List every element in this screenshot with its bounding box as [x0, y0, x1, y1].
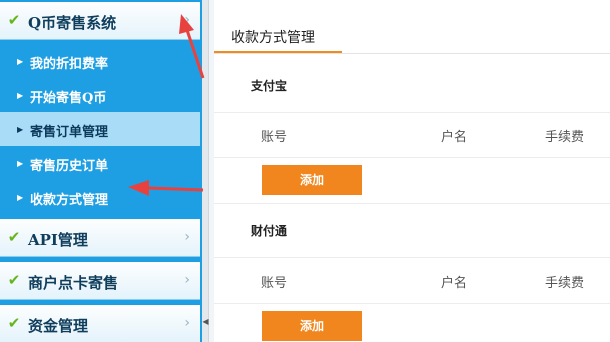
sidebar: ✔ Q币寄售系统 › ▶ 我的折扣费率 ▶ 开始寄售Q币 ▶ 寄售订单管理 ▶ … — [0, 0, 202, 342]
divider — [214, 257, 610, 258]
sidebar-item-start-consignment[interactable]: ▶ 开始寄售Q币 — [0, 78, 200, 112]
section-title-tenpay: 财付通 — [251, 224, 288, 238]
column-header-account: 账号 — [261, 130, 288, 145]
sidebar-item-label: 寄售历史订单 — [30, 159, 109, 174]
sidebar-item-label: 我的折扣费率 — [30, 57, 109, 72]
menu-header-api-management[interactable]: ✔ API管理 › — [0, 219, 200, 257]
arrow-right-icon: ▶ — [17, 192, 24, 202]
sidebar-item-order-management[interactable]: ▶ 寄售订单管理 — [0, 112, 200, 146]
arrow-right-icon: ▶ — [17, 90, 24, 100]
add-alipay-button[interactable]: 添加 — [262, 165, 362, 195]
divider — [214, 203, 610, 204]
sidebar-item-payment-methods[interactable]: ▶ 收款方式管理 — [0, 180, 200, 214]
column-header-account-name: 户名 — [441, 276, 468, 291]
sidebar-item-label: 寄售订单管理 — [30, 125, 109, 140]
arrow-right-icon: ▶ — [17, 56, 24, 66]
menu-header-title: Q币寄售系统 — [28, 14, 117, 32]
section-title-alipay: 支付宝 — [251, 79, 288, 93]
menu-header-title: API管理 — [28, 231, 88, 249]
check-icon: ✔ — [7, 228, 21, 246]
column-header-account: 账号 — [261, 276, 288, 291]
chevron-right-icon: › — [184, 12, 190, 28]
arrow-right-icon: ▶ — [17, 124, 24, 134]
collapse-left-icon[interactable]: ◀ — [202, 317, 209, 326]
menu-header-title: 商户点卡寄售 — [28, 274, 119, 292]
sidebar-collapse-strip[interactable]: ◀ — [202, 0, 209, 342]
chevron-right-icon: › — [184, 229, 190, 245]
divider — [214, 112, 610, 113]
sidebar-item-discount-rate[interactable]: ▶ 我的折扣费率 — [0, 44, 200, 78]
column-header-fee: 手续费 — [545, 130, 585, 145]
menu-header-merchant-card-consignment[interactable]: ✔ 商户点卡寄售 › — [0, 262, 200, 300]
sidebar-item-label: 收款方式管理 — [30, 193, 109, 208]
sidebar-item-order-history[interactable]: ▶ 寄售历史订单 — [0, 146, 200, 180]
tab-divider — [214, 53, 610, 54]
chevron-right-icon: › — [184, 272, 190, 288]
column-header-fee: 手续费 — [545, 276, 585, 291]
add-tenpay-button[interactable]: 添加 — [262, 311, 362, 341]
menu-header-fund-management[interactable]: ✔ 资金管理 › — [0, 305, 200, 342]
divider — [214, 303, 610, 304]
column-header-account-name: 户名 — [441, 130, 468, 145]
submenu-qcoin-consignment: ▶ 我的折扣费率 ▶ 开始寄售Q币 ▶ 寄售订单管理 ▶ 寄售历史订单 ▶ 收款… — [0, 40, 202, 214]
check-icon: ✔ — [7, 271, 21, 289]
menu-header-title: 资金管理 — [28, 317, 89, 335]
menu-header-qcoin-consignment[interactable]: ✔ Q币寄售系统 › — [0, 2, 200, 40]
check-icon: ✔ — [7, 11, 21, 29]
tab-payment-methods[interactable]: 收款方式管理 — [214, 21, 342, 53]
arrow-right-icon: ▶ — [17, 158, 24, 168]
tab-label: 收款方式管理 — [231, 30, 315, 46]
sidebar-item-label: 开始寄售Q币 — [30, 91, 107, 106]
check-icon: ✔ — [7, 314, 21, 332]
divider — [214, 157, 610, 158]
chevron-right-icon: › — [184, 315, 190, 331]
main-content: 收款方式管理 支付宝 账号 户名 手续费 添加 财付通 账号 户名 手续费 添加 — [214, 0, 610, 342]
